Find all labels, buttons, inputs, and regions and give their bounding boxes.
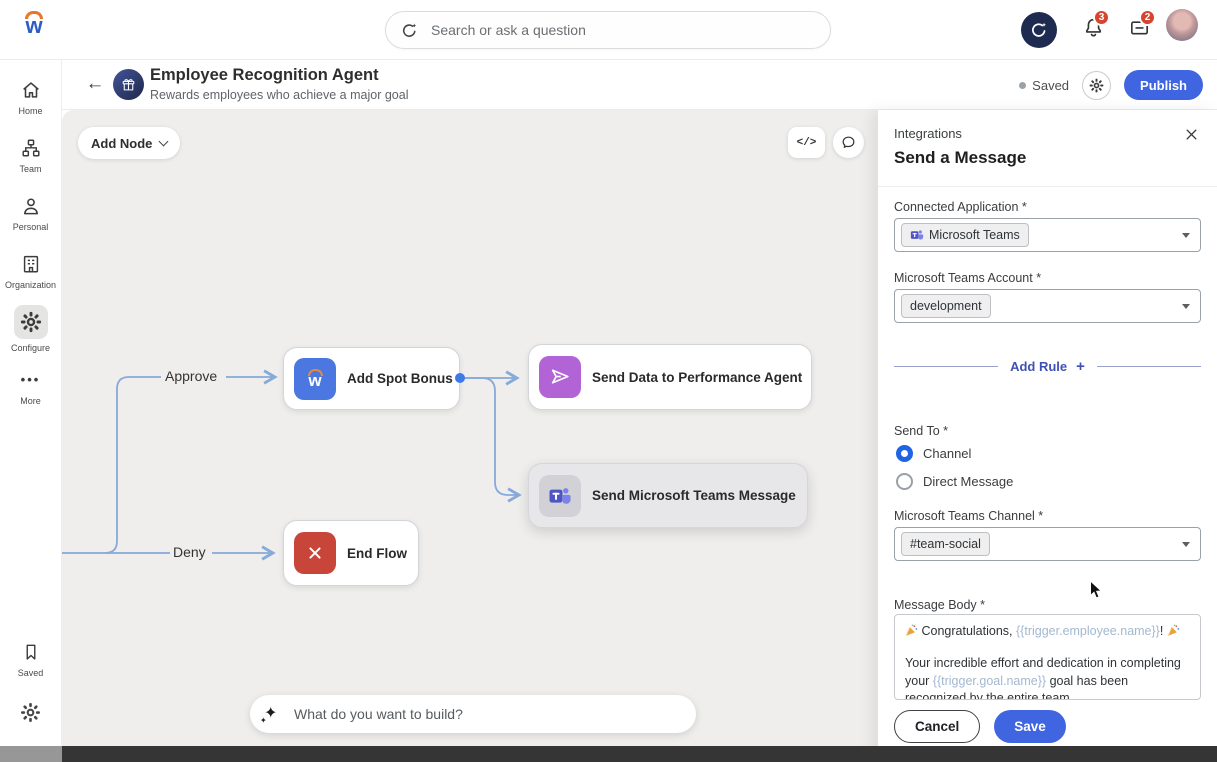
cancel-button[interactable]: Cancel: [894, 710, 980, 743]
notifications-badge: 3: [1093, 9, 1110, 26]
sidebar-item-home[interactable]: Home: [0, 68, 62, 126]
edge-label-deny: Deny: [173, 544, 206, 560]
settings-gear-icon: [19, 700, 43, 724]
party-popper-emoji: [905, 624, 918, 637]
building-icon: [19, 252, 43, 276]
panel-title: Send a Message: [894, 148, 1026, 168]
divider: [894, 366, 998, 367]
microsoft-teams-icon: [910, 228, 924, 242]
agent-header: ← Employee Recognition Agent Rewards emp…: [62, 60, 1217, 110]
radio-selected-icon[interactable]: [896, 445, 913, 462]
bottom-strip: [0, 746, 1217, 762]
app-window: w 3 2: [0, 0, 1217, 762]
search-input[interactable]: [429, 21, 816, 39]
sidebar-item-organization[interactable]: Organization: [0, 242, 62, 300]
agent-settings-button[interactable]: [1082, 71, 1111, 100]
close-panel-button[interactable]: [1181, 124, 1201, 144]
mouse-cursor: [1089, 580, 1104, 600]
inbox-badge: 2: [1139, 9, 1156, 26]
org-chart-icon: [19, 136, 43, 160]
saved-status: Saved: [1019, 78, 1069, 93]
message-body-input[interactable]: Congratulations, {{trigger.employee.name…: [894, 614, 1201, 700]
teams-channel-select[interactable]: #team-social: [894, 527, 1201, 561]
connected-application-chip: Microsoft Teams: [901, 223, 1029, 247]
radio-option-direct-message[interactable]: Direct Message: [896, 473, 1013, 490]
gift-icon: [120, 76, 137, 93]
message-body-label: Message Body *: [894, 598, 985, 612]
send-icon: [539, 356, 581, 398]
sidebar: Home Team Personal Organi: [0, 60, 62, 746]
teams-account-select[interactable]: development: [894, 289, 1201, 323]
merge-token: {{trigger.employee.name}}: [1016, 624, 1160, 638]
radio-option-channel[interactable]: Channel: [896, 445, 971, 462]
agent-avatar: [113, 69, 144, 100]
party-popper-emoji: [1167, 624, 1180, 637]
connected-application-select[interactable]: Microsoft Teams: [894, 218, 1201, 252]
divider: [878, 186, 1217, 187]
teams-channel-label: Microsoft Teams Channel *: [894, 509, 1043, 523]
user-avatar[interactable]: [1166, 9, 1198, 41]
node-end-flow[interactable]: End Flow: [283, 520, 419, 586]
edge-label-approve: Approve: [165, 368, 217, 384]
notifications-button[interactable]: 3: [1082, 16, 1108, 42]
chevron-down-icon: [1182, 542, 1190, 547]
gear-icon: [14, 305, 48, 339]
connected-application-label: Connected Application *: [894, 200, 1027, 214]
send-to-label: Send To *: [894, 424, 948, 438]
page-subtitle: Rewards employees who achieve a major go…: [150, 88, 408, 102]
close-icon: [1184, 127, 1199, 142]
node-send-teams-message[interactable]: Send Microsoft Teams Message: [528, 463, 808, 528]
config-panel: Integrations Send a Message Connected Ap…: [878, 110, 1217, 762]
inbox-button[interactable]: 2: [1128, 16, 1154, 42]
search-ai-icon: [400, 21, 419, 40]
saved-status-dot: [1019, 82, 1026, 89]
teams-channel-chip: #team-social: [901, 532, 990, 556]
add-rule-button[interactable]: Add Rule +: [894, 358, 1201, 375]
connection-handle[interactable]: [455, 373, 465, 383]
save-button[interactable]: Save: [994, 710, 1066, 743]
node-send-data-performance-agent[interactable]: Send Data to Performance Agent: [528, 344, 812, 410]
build-prompt-input[interactable]: [292, 705, 682, 723]
workday-icon: w: [294, 358, 336, 400]
chevron-down-icon: [1182, 304, 1190, 309]
ellipsis-icon: •••: [19, 368, 43, 392]
workflow-connectors: [62, 110, 878, 746]
panel-eyebrow: Integrations: [894, 126, 962, 141]
merge-token: {{trigger.goal.name}}: [933, 674, 1046, 688]
gear-icon: [1089, 78, 1104, 93]
sidebar-item-saved[interactable]: Saved: [0, 630, 62, 688]
sparkle-icon: ✦: [264, 705, 282, 723]
workflow-canvas[interactable]: Add Node </>: [62, 110, 878, 746]
page-title: Employee Recognition Agent: [150, 66, 379, 85]
teams-account-label: Microsoft Teams Account *: [894, 271, 1041, 285]
node-add-spot-bonus[interactable]: w Add Spot Bonus: [283, 347, 460, 410]
sidebar-item-team[interactable]: Team: [0, 126, 62, 184]
assistant-icon: [1029, 20, 1049, 40]
home-icon: [19, 78, 43, 102]
sidebar-item-more[interactable]: ••• More: [0, 358, 62, 416]
teams-account-chip: development: [901, 294, 991, 318]
divider: [1097, 366, 1201, 367]
sidebar-item-configure[interactable]: Configure: [0, 300, 62, 358]
x-icon: [294, 532, 336, 574]
sidebar-settings-button[interactable]: [0, 688, 62, 736]
workday-logo[interactable]: w: [20, 11, 48, 49]
person-icon: [19, 194, 43, 218]
radio-unselected-icon[interactable]: [896, 473, 913, 490]
plus-icon: +: [1076, 358, 1085, 375]
microsoft-teams-icon: [539, 475, 581, 517]
back-button[interactable]: ←: [82, 71, 108, 97]
publish-button[interactable]: Publish: [1124, 70, 1203, 100]
chevron-down-icon: [1182, 233, 1190, 238]
sidebar-item-personal[interactable]: Personal: [0, 184, 62, 242]
assistant-button[interactable]: [1021, 12, 1057, 48]
top-bar: w 3 2: [0, 0, 1217, 60]
global-search[interactable]: [385, 11, 831, 49]
bookmark-icon: [19, 640, 43, 664]
build-prompt-bar[interactable]: ✦: [250, 695, 696, 733]
